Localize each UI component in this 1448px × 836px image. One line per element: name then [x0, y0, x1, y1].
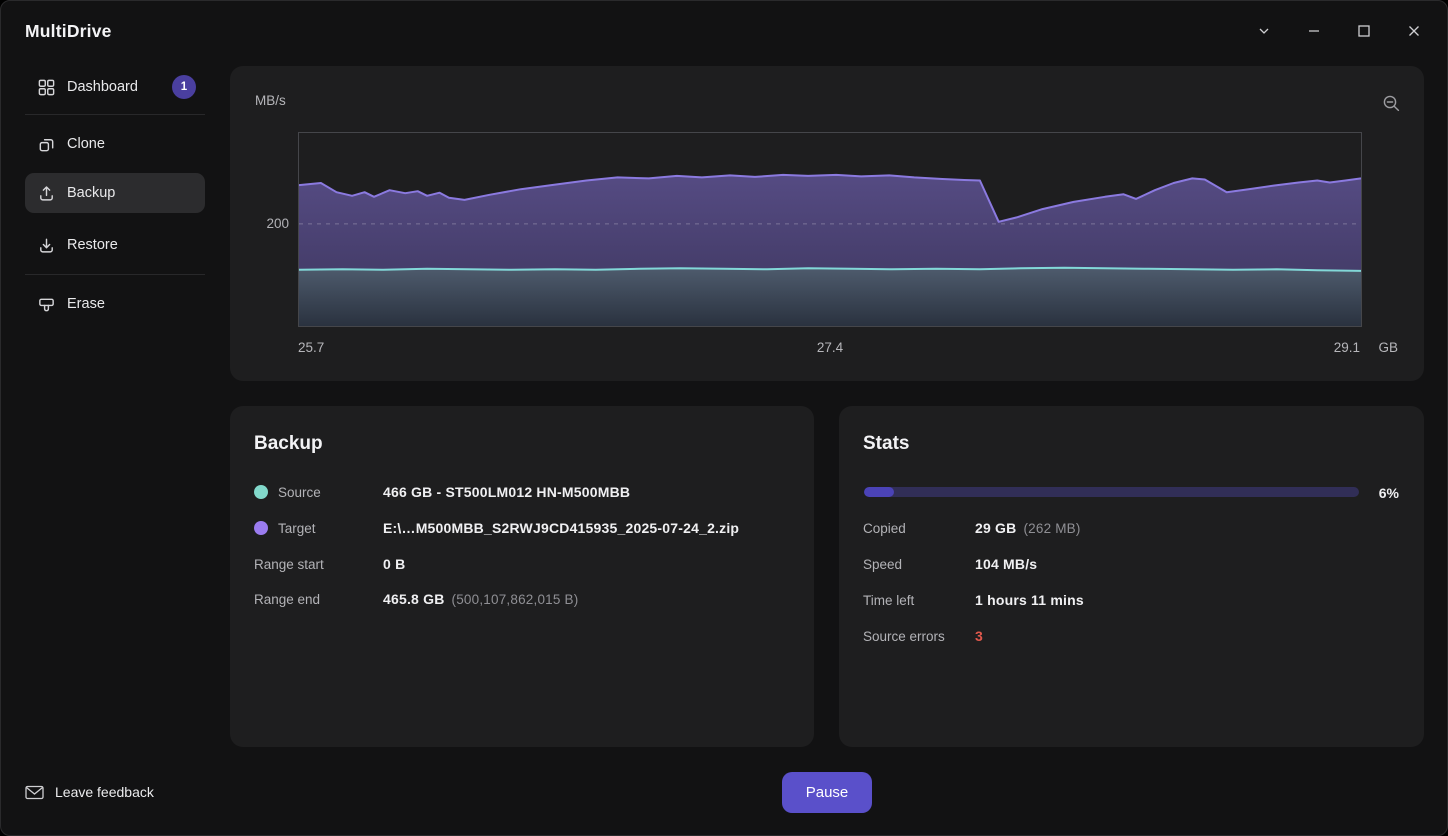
sidebar-item-erase[interactable]: Erase [25, 284, 205, 324]
envelope-icon [25, 785, 55, 800]
time-left-label: Time left [863, 593, 914, 608]
source-series-area [299, 268, 1361, 326]
range-end-value: 465.8 GB(500,107,862,015 B) [383, 591, 578, 607]
progress-bar [864, 487, 1359, 497]
progress-percent: 6% [1379, 485, 1399, 501]
app-title: MultiDrive [25, 21, 112, 42]
y-axis-tick-200: 200 [230, 216, 289, 231]
sidebar-divider [25, 114, 205, 115]
minimize-button[interactable] [1289, 11, 1339, 53]
zoom-out-button[interactable] [1378, 92, 1404, 118]
range-start-row: Range start 0 B [254, 554, 790, 574]
speed-label: Speed [863, 557, 902, 572]
source-value: 466 GB - ST500LM012 HN-M500MBB [383, 484, 630, 500]
x-axis-unit-label: GB [1378, 340, 1398, 355]
app-window: MultiDrive Dashboard [0, 0, 1448, 836]
backup-info-card: Backup Source 466 GB - ST500LM012 HN-M50… [230, 406, 814, 747]
maximize-button[interactable] [1339, 11, 1389, 53]
maximize-icon [1355, 22, 1373, 43]
x-tick-left: 25.7 [298, 340, 324, 355]
zoom-out-icon [1381, 93, 1402, 117]
range-end-bytes: (500,107,862,015 B) [452, 592, 579, 607]
leave-feedback-label: Leave feedback [55, 784, 154, 800]
copied-row: Copied 29 GB(262 MB) [863, 518, 1400, 538]
range-end-label: Range end [254, 592, 320, 607]
speed-value: 104 MB/s [975, 556, 1037, 572]
range-start-value: 0 B [383, 556, 405, 572]
target-color-dot [254, 521, 268, 535]
clone-icon [37, 135, 56, 154]
pause-button[interactable]: Pause [782, 772, 872, 813]
target-row: Target E:\…M500MBB_S2RWJ9CD415935_2025-0… [254, 518, 790, 538]
dashboard-badge: 1 [172, 75, 196, 99]
copied-label: Copied [863, 521, 906, 536]
target-value: E:\…M500MBB_S2RWJ9CD415935_2025-07-24_2.… [383, 520, 739, 536]
window-controls [1239, 11, 1439, 53]
sidebar-item-label: Dashboard [67, 79, 138, 95]
copied-value: 29 GB(262 MB) [975, 520, 1081, 536]
sidebar-item-clone[interactable]: Clone [25, 124, 205, 164]
speed-chart-card: MB/s 200 [230, 66, 1424, 381]
target-label: Target [278, 521, 316, 536]
source-label: Source [278, 485, 321, 500]
copied-secondary: (262 MB) [1023, 521, 1080, 536]
erase-icon [37, 295, 56, 314]
y-axis-unit-label: MB/s [255, 93, 286, 108]
source-color-dot [254, 485, 268, 499]
minimize-icon [1305, 22, 1323, 43]
stats-card: Stats 6% Copied 29 GB(262 MB) Speed 104 … [839, 406, 1424, 747]
sidebar-item-label: Restore [67, 237, 118, 253]
sidebar-item-backup[interactable]: Backup [25, 173, 205, 213]
sidebar: Dashboard 1 Clone Backup Restore [1, 65, 209, 835]
sidebar-item-restore[interactable]: Restore [25, 225, 205, 265]
close-icon [1405, 22, 1423, 43]
dashboard-grid-icon [37, 78, 56, 97]
sidebar-item-label: Erase [67, 296, 105, 312]
sidebar-divider [25, 274, 205, 275]
x-tick-middle: 27.4 [817, 340, 843, 355]
backup-card-title: Backup [254, 433, 323, 455]
source-row: Source 466 GB - ST500LM012 HN-M500MBB [254, 482, 790, 502]
speed-chart-plot [298, 132, 1362, 327]
chevron-down-icon [1255, 22, 1273, 43]
source-errors-label: Source errors [863, 629, 945, 644]
sidebar-item-label: Backup [67, 185, 115, 201]
time-left-row: Time left 1 hours 11 mins [863, 590, 1400, 610]
leave-feedback-button[interactable]: Leave feedback [25, 778, 154, 806]
area-chart [299, 133, 1361, 326]
download-icon [37, 236, 56, 255]
speed-row: Speed 104 MB/s [863, 554, 1400, 574]
source-errors-value: 3 [975, 628, 983, 644]
time-left-value: 1 hours 11 mins [975, 592, 1084, 608]
upload-icon [37, 184, 56, 203]
menu-chevron-button[interactable] [1239, 11, 1289, 53]
x-tick-right: 29.1 [1334, 340, 1360, 355]
range-end-row: Range end 465.8 GB(500,107,862,015 B) [254, 589, 790, 609]
sidebar-item-dashboard[interactable]: Dashboard 1 [25, 67, 205, 107]
x-axis: 25.7 27.4 29.1 GB [230, 340, 1424, 356]
stats-card-title: Stats [863, 433, 909, 455]
sidebar-item-label: Clone [67, 136, 105, 152]
source-errors-row: Source errors 3 [863, 626, 1400, 646]
progress-bar-fill [864, 487, 894, 497]
close-button[interactable] [1389, 11, 1439, 53]
range-start-label: Range start [254, 557, 324, 572]
